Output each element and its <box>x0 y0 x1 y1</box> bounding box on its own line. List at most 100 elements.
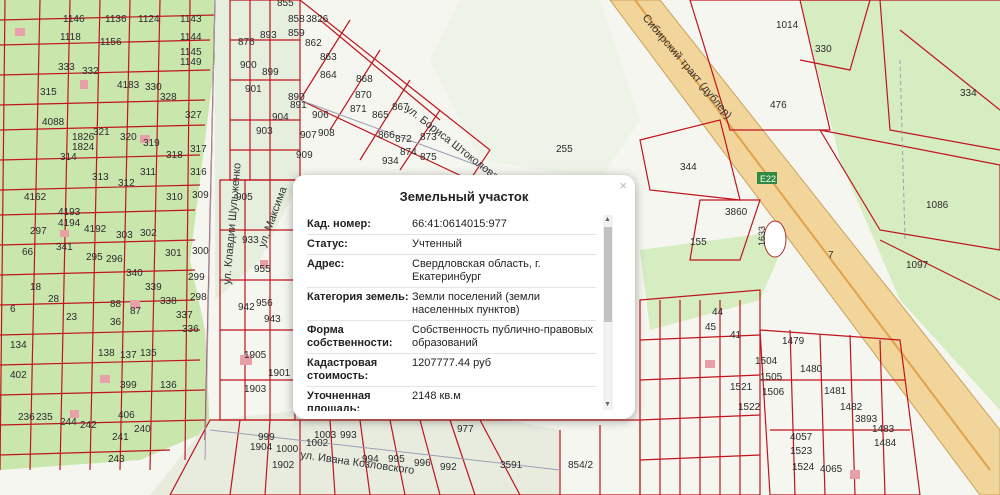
scroll-up-icon[interactable]: ▲ <box>604 216 611 224</box>
parcel-number-label: 867 <box>392 102 409 113</box>
table-row: Адрес: Свердловская область, г. Екатеринб… <box>307 255 596 288</box>
parcel-number-label: 977 <box>457 424 474 435</box>
parcel-number-label: 1524 <box>792 462 815 473</box>
parcel-number-label: 1086 <box>926 200 949 211</box>
parcel-number-label: 1144 <box>180 32 202 43</box>
parcel-number-label: 36 <box>110 317 122 328</box>
row-value: Учтенный <box>412 238 462 250</box>
row-key: Форма собственности: <box>307 324 393 349</box>
parcel-number-label: 298 <box>190 292 207 303</box>
parcel-badge-label: 1633 <box>757 226 767 246</box>
parcel-number-label: 1118 <box>60 32 81 43</box>
scroll-thumb[interactable] <box>604 227 612 322</box>
parcel-number-label: 137 <box>120 350 137 361</box>
parcel-number-label: 3591 <box>500 460 523 471</box>
parcel-number-label: 45 <box>705 322 717 333</box>
parcel-number-label: 321 <box>93 127 110 138</box>
parcel-number-label: 1481 <box>824 386 847 397</box>
parcel-number-label: 333 <box>58 62 75 73</box>
parcel-number-label: 87 <box>130 306 142 317</box>
parcel-number-label: 994 <box>362 454 379 465</box>
parcel-number-label: 871 <box>350 104 367 115</box>
parcel-number-label: 872 <box>395 134 412 145</box>
parcel-number-label: 320 <box>120 132 137 143</box>
parcel-number-label: 1903 <box>244 384 267 395</box>
parcel-number-label: 1014 <box>776 20 799 31</box>
parcel-number-label: 891 <box>290 100 307 111</box>
parcel-number-label: 255 <box>556 144 573 155</box>
parcel-number-label: 313 <box>92 172 109 183</box>
row-key: Категория земель: <box>307 291 409 303</box>
parcel-number-label: 865 <box>372 110 389 121</box>
parcel-number-label: 1484 <box>874 438 897 449</box>
table-row: Кадастровая стоимость: 1207777.44 руб <box>307 354 596 387</box>
parcel-number-label: 3860 <box>725 207 748 218</box>
parcel-number-label: 330 <box>815 44 832 55</box>
parcel-number-label: 1904 <box>250 442 273 453</box>
table-row: Категория земель: Земли поселений (земли … <box>307 288 596 321</box>
scroll-down-icon[interactable]: ▼ <box>604 401 611 409</box>
parcel-info-popup: × Земельный участок Кад. номер: 66:41:061… <box>293 175 635 419</box>
parcel-number-label: 909 <box>296 150 313 161</box>
parcel-number-label: 402 <box>10 370 27 381</box>
parcel-badge <box>763 220 787 258</box>
popup-scrollbar[interactable]: ▲ ▼ <box>603 215 613 410</box>
parcel-number-label: 1000 <box>276 444 299 455</box>
parcel-number-label: 4192 <box>84 224 107 235</box>
parcel-number-label: 296 <box>106 254 123 265</box>
parcel-number-label: 4193 <box>58 207 81 218</box>
parcel-number-label: 955 <box>254 264 271 275</box>
parcel-number-label: 904 <box>272 112 289 123</box>
parcel-number-label: 864 <box>320 70 337 81</box>
parcel-number-label: 862 <box>305 38 322 49</box>
parcel-number-label: 858 <box>288 14 305 25</box>
parcel-number-label: 316 <box>190 167 207 178</box>
parcel-number-label: 1483 <box>872 424 895 435</box>
parcel-number-label: 1901 <box>268 368 291 379</box>
parcel-number-label: 1505 <box>760 372 783 383</box>
parcel-number-label: 344 <box>680 162 697 173</box>
parcel-number-label: 243 <box>108 454 125 465</box>
parcel-number-label: 4162 <box>24 192 47 203</box>
parcel-number-label: 327 <box>185 110 202 121</box>
parcel-number-label: 235 <box>36 412 53 423</box>
parcel-number-label: 236 <box>18 412 35 423</box>
parcel-number-label: 135 <box>140 348 157 359</box>
table-row: Уточненная площадь: 2148 кв.м <box>307 387 596 411</box>
popup-title: Земельный участок <box>399 189 529 204</box>
parcel-number-label: 341 <box>56 242 73 253</box>
parcel-number-label: 318 <box>166 150 183 161</box>
parcel-number-label: 319 <box>143 138 160 149</box>
parcel-number-label: 300 <box>192 246 209 257</box>
parcel-number-label: 868 <box>356 74 373 85</box>
parcel-number-label: 906 <box>312 110 329 121</box>
row-value: Собственность публично-правовых образова… <box>412 324 594 349</box>
parcel-number-label: 1521 <box>730 382 753 393</box>
parcel-number-label: 314 <box>60 152 77 163</box>
parcel-number-label: 332 <box>82 66 99 77</box>
parcel-number-label: 44 <box>712 307 724 318</box>
parcel-number-label: 876 <box>238 37 255 48</box>
parcel-number-label: 907 <box>300 130 317 141</box>
row-value: 2148 кв.м <box>412 390 461 402</box>
row-value: 1207777.44 руб <box>412 357 492 369</box>
parcel-number-label: 873 <box>420 132 437 143</box>
parcel-number-label: 134 <box>10 340 27 351</box>
parcel-number-label: 1902 <box>272 460 295 471</box>
parcel-number-label: 240 <box>134 424 151 435</box>
parcel-number-label: 1506 <box>762 387 785 398</box>
parcel-number-label: 992 <box>440 462 457 473</box>
row-key: Уточненная площадь: <box>307 390 371 411</box>
row-key: Адрес: <box>307 258 345 270</box>
parcel-number-label: 874 <box>400 147 417 158</box>
parcel-number-label: 899 <box>262 67 279 78</box>
row-value: 66:41:0614015:977 <box>412 218 507 230</box>
parcel-number-label: 299 <box>188 272 205 283</box>
parcel-number-label: 309 <box>192 190 209 201</box>
parcel-number-label: 956 <box>256 298 273 309</box>
parcel-number-label: 1097 <box>906 260 929 271</box>
parcel-number-label: 66 <box>22 247 34 258</box>
parcel-number-label: 934 <box>382 156 399 167</box>
parcel-number-label: 1156 <box>100 37 122 48</box>
parcel-number-label: 903 <box>256 126 273 137</box>
